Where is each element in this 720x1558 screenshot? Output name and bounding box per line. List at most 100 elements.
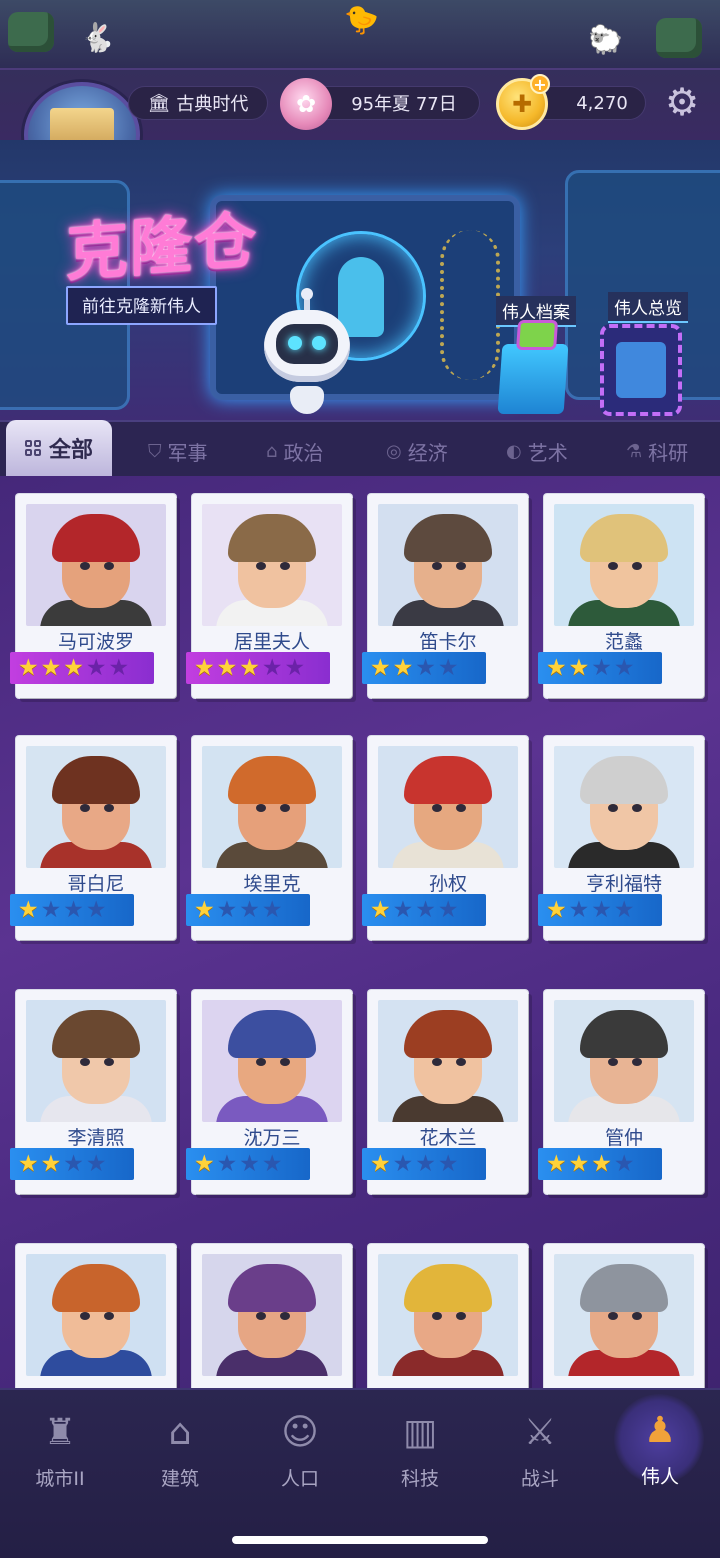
- nav-label: 科技: [400, 1468, 439, 1490]
- overview-label[interactable]: 伟人总览: [608, 292, 688, 323]
- star-empty-icon: ★: [437, 896, 459, 923]
- nav-label: 建筑: [160, 1468, 199, 1490]
- great-person-card[interactable]: 埃里克 ★ ★ ★ ★: [186, 736, 352, 940]
- great-person-card[interactable]: [16, 1244, 176, 1394]
- building-icon: ⌂: [266, 440, 278, 462]
- portrait-image: [378, 1254, 518, 1376]
- star-empty-icon: ★: [613, 896, 635, 923]
- star-empty-icon: ★: [415, 1150, 436, 1177]
- great-person-card[interactable]: 哥白尼 ★ ★ ★ ★: [10, 736, 176, 940]
- tab-label: 军事: [167, 440, 208, 465]
- star-rating: ★ ★ ★ ★: [186, 1148, 310, 1180]
- star-empty-icon: ★: [261, 654, 283, 681]
- portrait-image: [554, 504, 694, 626]
- star-empty-icon: ★: [85, 896, 107, 923]
- tab-art[interactable]: ◐ 艺术: [506, 434, 568, 468]
- person-name: 李清照: [67, 1127, 125, 1149]
- person-name: 笛卡尔: [419, 631, 477, 653]
- portrait-image: [26, 1254, 166, 1376]
- nav-buildings[interactable]: ⌂ 建筑: [130, 1412, 230, 1492]
- great-person-card[interactable]: 李清照 ★ ★ ★ ★: [10, 990, 176, 1194]
- person-name: 范蠡: [604, 631, 643, 653]
- great-person-card[interactable]: 花木兰 ★ ★ ★ ★: [362, 990, 528, 1194]
- tab-label: 政治: [283, 440, 324, 465]
- clone-subtitle[interactable]: 前往克隆新伟人: [66, 286, 217, 325]
- portrait-image: [26, 746, 166, 868]
- nav-label: 伟人: [640, 1466, 679, 1488]
- tree-decoration: [8, 12, 54, 52]
- great-person-card[interactable]: [544, 1244, 704, 1394]
- hologram-figure: [338, 257, 384, 337]
- settings-gear-icon[interactable]: ⚙: [660, 80, 704, 124]
- star-empty-icon: ★: [415, 654, 436, 681]
- person-name: 埃里克: [243, 873, 301, 895]
- star-rating: ★ ★ ★ ★ ★: [10, 652, 154, 684]
- person-name: 管仲: [604, 1127, 643, 1149]
- nav-label: 人口: [280, 1468, 319, 1490]
- star-rating: ★ ★ ★ ★: [362, 652, 486, 684]
- star-filled-icon: ★: [568, 1150, 590, 1177]
- portrait-image: [378, 1000, 518, 1122]
- star-filled-icon: ★: [568, 654, 590, 681]
- star-empty-icon: ★: [85, 1150, 107, 1177]
- great-person-card[interactable]: [192, 1244, 352, 1394]
- tab-label: 艺术: [527, 440, 568, 465]
- star-rating: ★ ★ ★ ★: [538, 1148, 662, 1180]
- great-person-card[interactable]: [368, 1244, 528, 1394]
- person-name: 花木兰: [419, 1127, 477, 1149]
- nav-population[interactable]: ☺ 人口: [250, 1412, 350, 1492]
- portrait-image: [554, 746, 694, 868]
- great-person-card[interactable]: 亨利福特 ★ ★ ★ ★: [538, 736, 704, 940]
- great-person-card[interactable]: 居里夫人 ★ ★ ★ ★ ★: [186, 494, 352, 698]
- portrait-image: [554, 1254, 694, 1376]
- great-person-card[interactable]: 范蠡 ★ ★ ★ ★: [538, 494, 704, 698]
- star-empty-icon: ★: [392, 896, 414, 923]
- great-person-card[interactable]: 孙权 ★ ★ ★ ★: [362, 736, 528, 940]
- star-filled-icon: ★: [591, 1150, 612, 1177]
- date-label: 95年夏 77日: [351, 94, 457, 115]
- house-icon: ⌂: [168, 1412, 192, 1453]
- person-name: 居里夫人: [233, 631, 310, 653]
- great-person-card[interactable]: 沈万三 ★ ★ ★ ★: [186, 990, 352, 1194]
- star-empty-icon: ★: [591, 896, 612, 923]
- tab-label: 科研: [648, 440, 689, 465]
- portrait-image: [26, 1000, 166, 1122]
- era-pill[interactable]: 🏛 古典时代: [128, 86, 268, 120]
- star-empty-icon: ★: [415, 896, 436, 923]
- star-empty-icon: ★: [216, 896, 238, 923]
- great-person-card[interactable]: 马可波罗 ★ ★ ★ ★ ★: [10, 494, 176, 698]
- star-empty-icon: ★: [591, 654, 612, 681]
- star-filled-icon: ★: [239, 654, 260, 681]
- star-filled-icon: ★: [18, 1150, 39, 1177]
- nav-battle[interactable]: ⚔ 战斗: [490, 1412, 590, 1492]
- tab-all[interactable]: 全部: [6, 420, 112, 476]
- star-empty-icon: ★: [568, 896, 590, 923]
- nav-great-people[interactable]: ♟ 伟人: [610, 1410, 710, 1490]
- coins-icon: ◎: [386, 440, 402, 462]
- great-person-card[interactable]: 笛卡尔 ★ ★ ★ ★: [362, 494, 528, 698]
- great-person-card[interactable]: 管仲 ★ ★ ★ ★: [538, 990, 704, 1194]
- star-rating: ★ ★ ★ ★: [538, 652, 662, 684]
- portrait-image: [202, 746, 342, 868]
- tab-label: 经济: [407, 440, 448, 465]
- nav-city[interactable]: ♜ 城市II: [10, 1412, 110, 1492]
- star-filled-icon: ★: [546, 896, 567, 923]
- archive-box-button[interactable]: [497, 320, 569, 414]
- star-filled-icon: ★: [546, 654, 567, 681]
- robot-mascot[interactable]: [264, 288, 350, 382]
- star-rating: ★ ★ ★ ★ ★: [186, 652, 330, 684]
- flask-icon: ⚗: [626, 440, 643, 462]
- star-empty-icon: ★: [613, 654, 635, 681]
- nav-technology[interactable]: ▥ 科技: [370, 1412, 470, 1492]
- nav-label: 战斗: [520, 1468, 559, 1490]
- tab-military[interactable]: ⛉ 军事: [148, 434, 208, 468]
- tab-research[interactable]: ⚗ 科研: [626, 434, 688, 468]
- palette-icon: ◐: [506, 440, 522, 462]
- overview-frame-button[interactable]: [600, 324, 682, 416]
- tab-economy[interactable]: ◎ 经济: [386, 434, 448, 468]
- tree-decoration: [656, 18, 702, 58]
- tab-politics[interactable]: ⌂ 政治: [266, 434, 323, 468]
- add-coin-button[interactable]: +: [530, 74, 550, 94]
- clone-banner[interactable]: 克隆仓 前往克隆新伟人 伟人档案 伟人总览: [0, 140, 720, 420]
- portrait-image: [202, 504, 342, 626]
